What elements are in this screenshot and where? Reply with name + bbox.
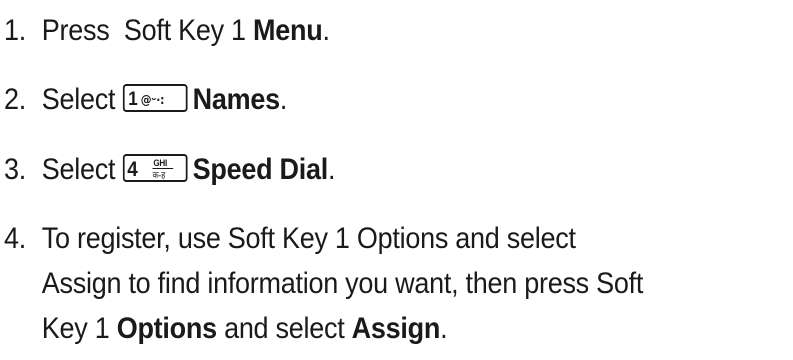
- key-sub-devanagari: क-ह: [152, 171, 165, 182]
- key-4-icon: 4 GHI क-ह: [122, 154, 188, 183]
- options-label: Options: [116, 312, 217, 345]
- step-4-line-3: Key 1 Options and select Assign.: [4, 307, 448, 351]
- instruction-steps: 1. Press Soft Key 1 Menu. 2. Select 1 @ᵕ·:…: [0, 0, 793, 360]
- key-sub-chars: @ᵕ·:: [140, 93, 163, 108]
- step-punct: .: [279, 83, 288, 116]
- key-sub-latin: GHI: [153, 158, 167, 169]
- step-text-line-1: To register, use Soft Key 1 Options and …: [41, 222, 576, 255]
- step-punct: .: [440, 312, 448, 345]
- assign-label: Assign: [351, 312, 441, 345]
- key-main-digit: 4: [127, 158, 137, 181]
- names-label: Names: [192, 83, 280, 116]
- speed-dial-label: Speed Dial: [192, 153, 329, 186]
- step-text: Select: [41, 83, 116, 116]
- menu-label: Menu: [253, 14, 323, 47]
- step-punct: .: [322, 14, 330, 47]
- step-text: Select: [41, 153, 116, 186]
- step-number: 1.: [4, 14, 26, 47]
- key-1-icon: 1 @ᵕ·:: [122, 84, 188, 113]
- step-punct: .: [327, 153, 336, 186]
- step-number: 4.: [4, 222, 26, 255]
- step-4-line-2: Assign to find information you want, the…: [4, 262, 644, 306]
- step-text-line-3-pre: Key 1: [41, 312, 117, 345]
- step-2: 2. Select 1 @ᵕ·: Names.: [4, 78, 287, 122]
- step-text-line-2: Assign to find information you want, the…: [41, 267, 644, 300]
- step-text: Press Soft Key 1: [41, 14, 254, 47]
- step-1: 1. Press Soft Key 1 Menu.: [4, 9, 330, 53]
- step-number: 2.: [4, 83, 26, 116]
- step-3: 3. Select 4 GHI क-ह Speed Dial.: [4, 148, 335, 192]
- step-text-line-3-mid: and select: [216, 312, 352, 345]
- step-4: 4. To register, use Soft Key 1 Options an…: [4, 217, 576, 261]
- key-main-digit: 1: [128, 88, 137, 109]
- step-number: 3.: [4, 153, 26, 186]
